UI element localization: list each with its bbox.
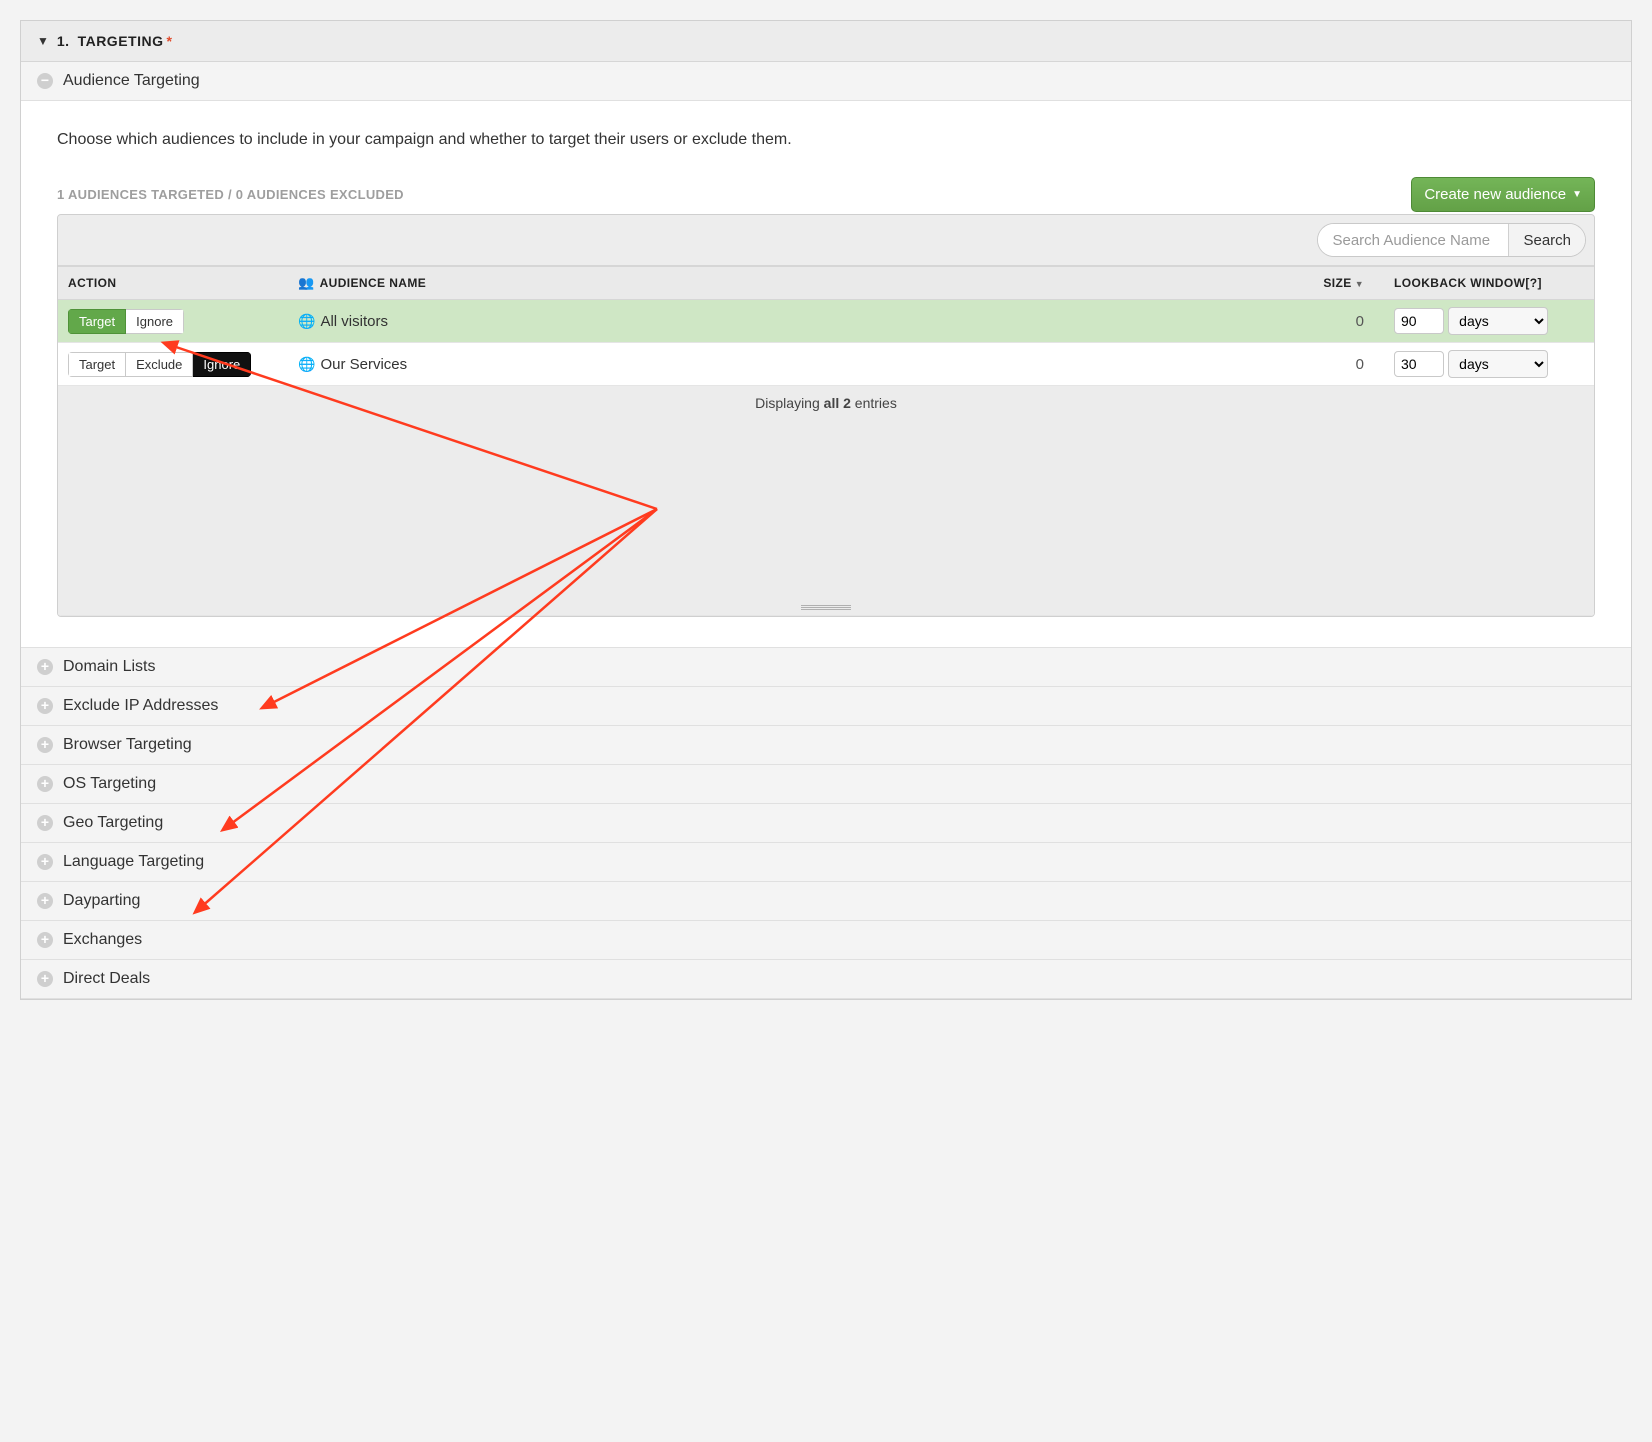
section-label: OS Targeting bbox=[63, 775, 156, 793]
target-button[interactable]: Target bbox=[68, 352, 126, 377]
plus-icon bbox=[37, 815, 53, 831]
col-size[interactable]: SIZE▼ bbox=[1254, 267, 1384, 300]
audience-table: ACTION 👥AUDIENCE NAME SIZE▼ LOOKBACK WIN… bbox=[58, 266, 1594, 616]
plus-icon bbox=[37, 893, 53, 909]
plus-icon bbox=[37, 698, 53, 714]
section-number: 1. bbox=[57, 33, 70, 49]
caret-down-icon: ▼ bbox=[37, 34, 49, 48]
plus-icon bbox=[37, 971, 53, 987]
lookback-unit-select[interactable]: days bbox=[1448, 307, 1548, 335]
audience-size: 0 bbox=[1254, 300, 1384, 343]
search-wrap: Search bbox=[1317, 223, 1586, 257]
audience-name: Our Services bbox=[320, 356, 407, 373]
lookback-unit-select[interactable]: days bbox=[1448, 350, 1548, 378]
col-action[interactable]: ACTION bbox=[58, 267, 288, 300]
create-new-audience-button[interactable]: Create new audience ▼ bbox=[1411, 177, 1595, 212]
description-text: Choose which audiences to include in you… bbox=[57, 131, 1595, 149]
resize-handle[interactable] bbox=[801, 605, 851, 611]
globe-icon: 🌐 bbox=[298, 356, 315, 372]
plus-icon bbox=[37, 932, 53, 948]
audience-size: 0 bbox=[1254, 343, 1384, 386]
ignore-button[interactable]: Ignore bbox=[193, 352, 251, 377]
audience-targeting-header[interactable]: Audience Targeting bbox=[21, 62, 1631, 101]
table-row: Target Exclude Ignore 🌐 Our Services 0 bbox=[58, 343, 1594, 386]
section-label: Exclude IP Addresses bbox=[63, 697, 218, 715]
globe-icon: 🌐 bbox=[298, 313, 315, 329]
audience-targeting-body: Choose which audiences to include in you… bbox=[21, 101, 1631, 647]
section-label: Language Targeting bbox=[63, 853, 204, 871]
sort-caret-icon: ▼ bbox=[1355, 279, 1364, 289]
plus-icon bbox=[37, 854, 53, 870]
search-input[interactable] bbox=[1318, 224, 1508, 256]
section-label: Dayparting bbox=[63, 892, 140, 910]
col-lookback[interactable]: LOOKBACK WINDOW[?] bbox=[1384, 267, 1594, 300]
action-button-group: Target Exclude Ignore bbox=[68, 352, 251, 377]
people-icon: 👥 bbox=[298, 275, 315, 290]
targeting-header[interactable]: ▼ 1. TARGETING* bbox=[21, 21, 1631, 62]
language-targeting-section[interactable]: Language Targeting bbox=[21, 842, 1631, 881]
plus-icon bbox=[37, 659, 53, 675]
section-label: Browser Targeting bbox=[63, 736, 192, 754]
action-button-group: Target Ignore bbox=[68, 309, 184, 334]
minus-icon bbox=[37, 73, 53, 89]
lookback-value-input[interactable] bbox=[1394, 308, 1444, 334]
lookback-value-input[interactable] bbox=[1394, 351, 1444, 377]
create-new-audience-label: Create new audience bbox=[1424, 186, 1566, 203]
audience-table-container: Search ACTION 👥AUDIENCE NAME bbox=[57, 214, 1595, 617]
audience-targeting-title: Audience Targeting bbox=[63, 72, 200, 90]
exchanges-section[interactable]: Exchanges bbox=[21, 920, 1631, 959]
section-label: Exchanges bbox=[63, 931, 142, 949]
geo-targeting-section[interactable]: Geo Targeting bbox=[21, 803, 1631, 842]
section-title: TARGETING bbox=[78, 33, 164, 49]
os-targeting-section[interactable]: OS Targeting bbox=[21, 764, 1631, 803]
audience-counts-label: 1 AUDIENCES TARGETED / 0 AUDIENCES EXCLU… bbox=[57, 187, 404, 202]
target-button[interactable]: Target bbox=[68, 309, 126, 334]
required-asterisk: * bbox=[166, 33, 171, 49]
exclude-button[interactable]: Exclude bbox=[126, 352, 193, 377]
direct-deals-section[interactable]: Direct Deals bbox=[21, 959, 1631, 999]
targeting-panel: ▼ 1. TARGETING* Audience Targeting Choos… bbox=[20, 20, 1632, 1000]
search-row: Search bbox=[58, 215, 1594, 266]
table-row: Target Ignore 🌐 All visitors 0 days bbox=[58, 300, 1594, 343]
search-button[interactable]: Search bbox=[1508, 224, 1585, 256]
col-audience-name[interactable]: 👥AUDIENCE NAME bbox=[288, 267, 1254, 300]
ignore-button[interactable]: Ignore bbox=[126, 309, 184, 334]
section-label: Direct Deals bbox=[63, 970, 150, 988]
caret-down-icon: ▼ bbox=[1572, 189, 1582, 200]
plus-icon bbox=[37, 776, 53, 792]
section-label: Geo Targeting bbox=[63, 814, 163, 832]
section-label: Domain Lists bbox=[63, 658, 155, 676]
domain-lists-section[interactable]: Domain Lists bbox=[21, 647, 1631, 686]
browser-targeting-section[interactable]: Browser Targeting bbox=[21, 725, 1631, 764]
plus-icon bbox=[37, 737, 53, 753]
dayparting-section[interactable]: Dayparting bbox=[21, 881, 1631, 920]
table-footer: Displaying all 2 entries bbox=[58, 386, 1594, 616]
audience-name: All visitors bbox=[320, 313, 388, 330]
exclude-ip-section[interactable]: Exclude IP Addresses bbox=[21, 686, 1631, 725]
